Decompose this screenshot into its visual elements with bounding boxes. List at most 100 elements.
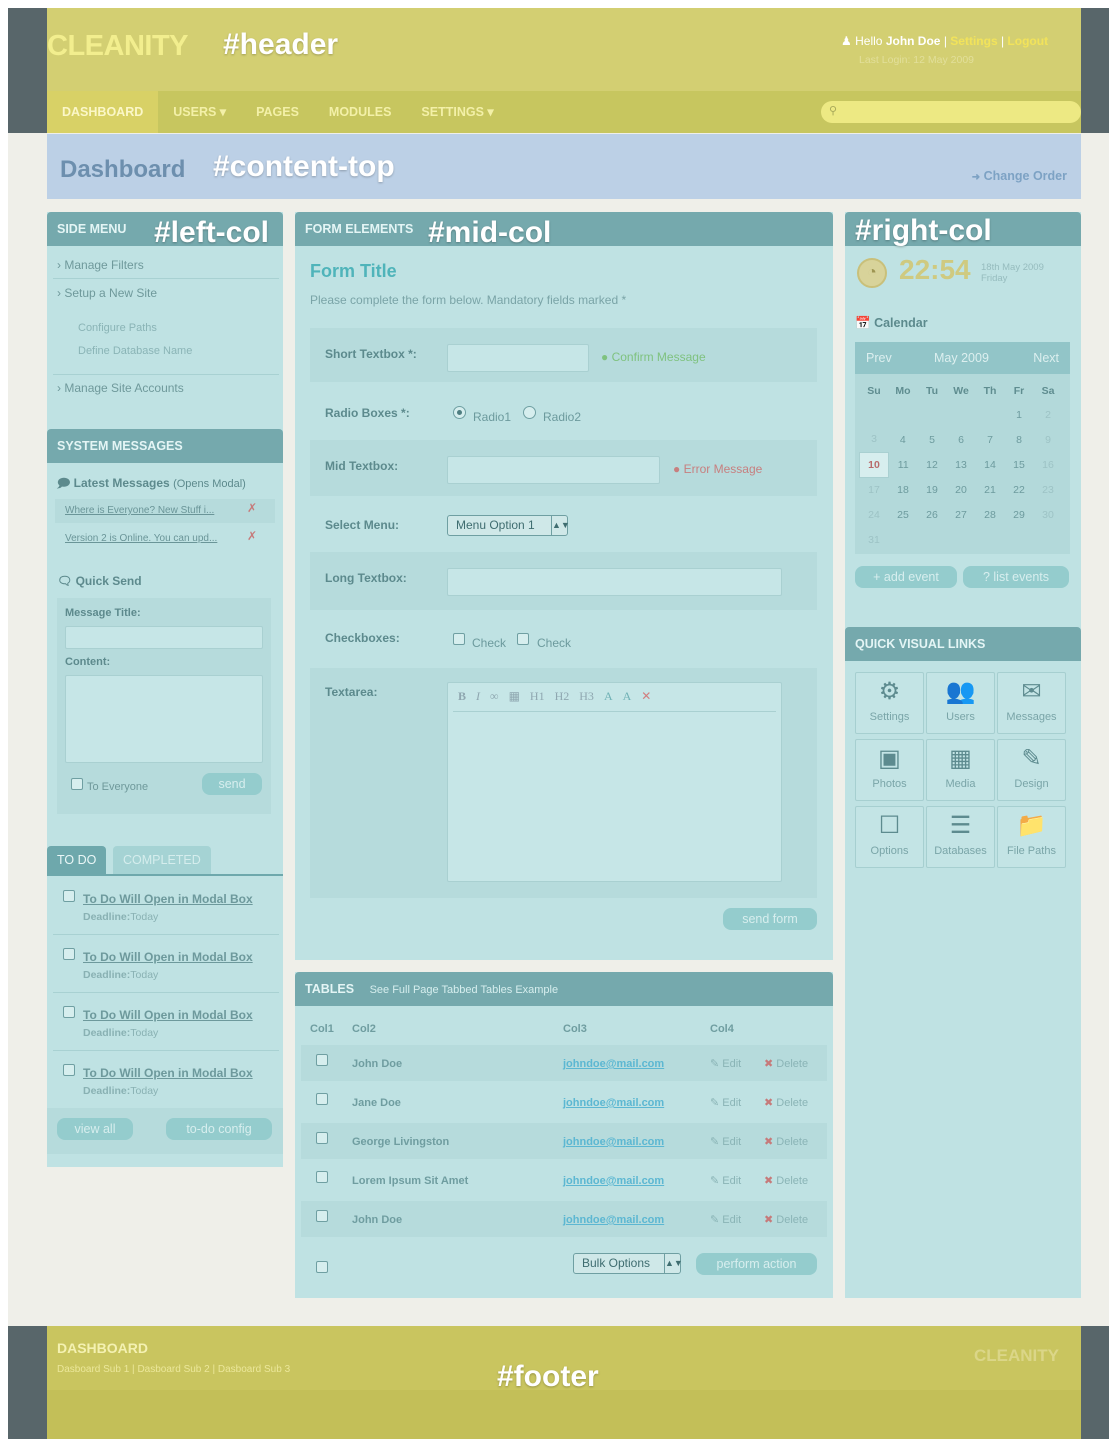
content-textarea[interactable] [65, 675, 263, 763]
calendar-day[interactable]: 1 [1005, 402, 1034, 427]
add-event-button[interactable]: + add event [855, 566, 957, 588]
bulk-options-select[interactable]: Bulk Options ▲▼ [573, 1253, 683, 1274]
todo-title[interactable]: To Do Will Open in Modal Box [83, 1008, 253, 1022]
edit-link[interactable]: ✎ Edit [710, 1057, 741, 1070]
calendar-day[interactable]: 21 [976, 477, 1005, 502]
row-email[interactable]: johndoe@mail.com [563, 1097, 664, 1109]
calendar-day[interactable]: 15 [1005, 452, 1034, 477]
radio1[interactable] [453, 406, 466, 419]
message-title-input[interactable] [65, 626, 263, 649]
change-order-link[interactable]: ➜ Change Order [972, 169, 1067, 183]
list-events-button[interactable]: ? list events [963, 566, 1069, 588]
settings-link[interactable]: Settings [950, 34, 997, 48]
calendar-day[interactable]: 29 [1005, 502, 1034, 527]
calendar-day[interactable]: 3 [860, 427, 889, 452]
calendar-day[interactable]: 22 [1005, 477, 1034, 502]
bg-color-icon[interactable]: A [623, 689, 632, 704]
calendar-day[interactable]: 25 [889, 502, 918, 527]
edit-link[interactable]: ✎ Edit [710, 1135, 741, 1148]
italic-icon[interactable]: I [476, 689, 480, 704]
link-icon[interactable]: ∞ [490, 689, 499, 704]
delete-message-icon[interactable]: ✗ [247, 501, 257, 515]
calendar-day[interactable]: 6 [947, 427, 976, 452]
todo-checkbox[interactable] [63, 1006, 75, 1018]
calendar-day[interactable]: 16 [1034, 452, 1063, 477]
view-all-button[interactable]: view all [57, 1118, 133, 1140]
calendar-day[interactable]: 26 [918, 502, 947, 527]
calendar-day[interactable]: 12 [918, 452, 947, 477]
calendar-day[interactable]: 31 [860, 527, 889, 552]
todo-title[interactable]: To Do Will Open in Modal Box [83, 1066, 253, 1080]
quick-link-messages[interactable]: ✉ Messages [997, 672, 1066, 734]
row-email[interactable]: johndoe@mail.com [563, 1175, 664, 1187]
calendar-day[interactable]: 19 [918, 477, 947, 502]
calendar-day[interactable]: 7 [976, 427, 1005, 452]
nav-modules[interactable]: MODULES [314, 91, 407, 133]
row-checkbox[interactable] [316, 1093, 328, 1105]
h1-icon[interactable]: H1 [530, 689, 545, 704]
tab-completed[interactable]: COMPLETED [113, 846, 211, 874]
delete-link[interactable]: ✖ Delete [764, 1096, 808, 1109]
quick-link-options[interactable]: ☐ Options [855, 806, 924, 868]
mid-textbox-input[interactable] [447, 456, 660, 484]
quick-link-databases[interactable]: ☰ Databases [926, 806, 995, 868]
todo-checkbox[interactable] [63, 948, 75, 960]
text-color-icon[interactable]: A [604, 689, 613, 704]
perform-action-button[interactable]: perform action [696, 1253, 817, 1275]
col4-header[interactable]: Col4 [710, 1023, 734, 1035]
todo-title[interactable]: To Do Will Open in Modal Box [83, 892, 253, 906]
h2-icon[interactable]: H2 [555, 689, 570, 704]
side-menu-item-site-accounts[interactable]: › Manage Site Accounts [57, 381, 184, 395]
message-link[interactable]: Where is Everyone? New Stuff i... [65, 505, 214, 516]
search-input[interactable]: ⚲ [821, 101, 1081, 123]
logo[interactable]: CLEANITY [47, 30, 189, 63]
image-icon[interactable]: ▦ [509, 689, 520, 704]
todo-checkbox[interactable] [63, 890, 75, 902]
nav-pages[interactable]: PAGES [241, 91, 314, 133]
row-checkbox[interactable] [316, 1054, 328, 1066]
edit-link[interactable]: ✎ Edit [710, 1174, 741, 1187]
nav-dashboard[interactable]: DASHBOARD [47, 91, 159, 133]
delete-message-icon[interactable]: ✗ [247, 529, 257, 543]
check2-checkbox[interactable] [517, 633, 529, 645]
send-button[interactable]: send [202, 773, 262, 795]
check1-checkbox[interactable] [453, 633, 465, 645]
calendar-day[interactable]: 4 [889, 427, 918, 452]
select-menu[interactable]: Menu Option 1 ▲▼ [447, 515, 570, 536]
tables-link[interactable]: See Full Page Tabbed Tables Example [370, 984, 559, 996]
bold-icon[interactable]: B [458, 689, 466, 704]
calendar-day[interactable]: 11 [889, 452, 918, 477]
row-email[interactable]: johndoe@mail.com [563, 1214, 664, 1226]
calendar-day[interactable]: 10 [859, 451, 889, 478]
row-email[interactable]: johndoe@mail.com [563, 1058, 664, 1070]
calendar-day[interactable]: 9 [1034, 427, 1063, 452]
quick-link-media[interactable]: ▦ Media [926, 739, 995, 801]
clear-format-icon[interactable]: ✕ [641, 689, 651, 704]
edit-link[interactable]: ✎ Edit [710, 1096, 741, 1109]
footer-link[interactable]: Dasboard Sub 3 [218, 1364, 290, 1375]
quick-link-photos[interactable]: ▣ Photos [855, 739, 924, 801]
calendar-day[interactable]: 28 [976, 502, 1005, 527]
rich-textarea[interactable]: B I ∞ ▦ H1 H2 H3 A A ✕ [447, 682, 782, 882]
row-checkbox[interactable] [316, 1171, 328, 1183]
send-form-button[interactable]: send form [723, 908, 817, 930]
logout-link[interactable]: Logout [1007, 34, 1048, 48]
row-email[interactable]: johndoe@mail.com [563, 1136, 664, 1148]
calendar-day[interactable]: 5 [918, 427, 947, 452]
row-checkbox[interactable] [316, 1132, 328, 1144]
nav-settings[interactable]: SETTINGS ▾ [406, 91, 508, 133]
delete-link[interactable]: ✖ Delete [764, 1174, 808, 1187]
quick-link-settings[interactable]: ⚙ Settings [855, 672, 924, 734]
calendar-day[interactable]: 23 [1034, 477, 1063, 502]
tab-todo[interactable]: TO DO [47, 846, 107, 874]
side-menu-item-manage-filters[interactable]: › Manage Filters [57, 258, 144, 272]
calendar-day[interactable]: 24 [860, 502, 889, 527]
calendar-day[interactable]: 17 [860, 477, 889, 502]
calendar-day[interactable]: 2 [1034, 402, 1063, 427]
to-everyone-checkbox[interactable] [71, 778, 83, 790]
todo-title[interactable]: To Do Will Open in Modal Box [83, 950, 253, 964]
side-menu-item-setup-site[interactable]: › Setup a New Site [57, 286, 157, 300]
calendar-day[interactable]: 30 [1034, 502, 1063, 527]
footer-link[interactable]: Dasboard Sub 1 [57, 1364, 129, 1375]
short-textbox-input[interactable] [447, 344, 589, 372]
